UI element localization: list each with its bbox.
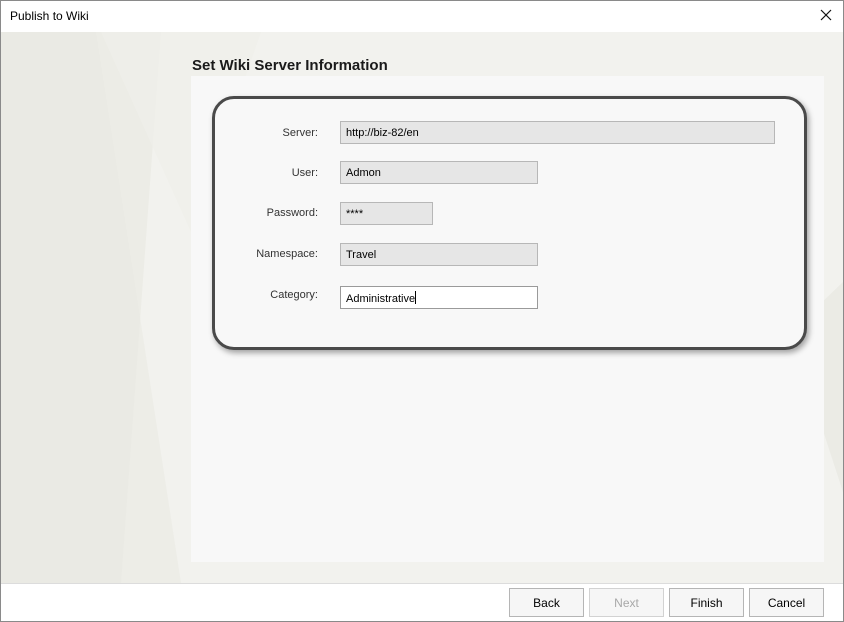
namespace-input[interactable]: Travel	[340, 243, 538, 266]
close-button[interactable]	[809, 1, 843, 32]
category-label: Category:	[270, 289, 318, 301]
finish-button[interactable]: Finish	[669, 588, 744, 617]
next-button[interactable]: Next	[589, 588, 664, 617]
publish-to-wiki-dialog: Publish to Wiki Set Wiki Server Informat…	[0, 0, 844, 622]
content-area: Set Wiki Server Information Server: http…	[1, 32, 843, 583]
server-input[interactable]: http://biz-82/en	[340, 121, 775, 144]
title-bar: Publish to Wiki	[1, 1, 843, 32]
user-label: User:	[291, 167, 318, 179]
category-input[interactable]: Administrative	[340, 286, 538, 309]
category-value: Administrative	[346, 293, 416, 305]
cancel-button[interactable]: Cancel	[749, 588, 824, 617]
password-input[interactable]: ****	[340, 202, 433, 225]
text-caret	[415, 291, 417, 304]
page-heading: Set Wiki Server Information	[192, 57, 388, 74]
server-label: Server:	[282, 127, 318, 139]
namespace-label: Namespace:	[256, 248, 318, 260]
dialog-title: Publish to Wiki	[10, 9, 89, 23]
user-input[interactable]: Admon	[340, 161, 538, 184]
back-button[interactable]: Back	[509, 588, 584, 617]
button-bar: Back Next Finish Cancel	[1, 584, 843, 621]
password-label: Password:	[266, 207, 318, 219]
close-icon	[820, 9, 832, 24]
